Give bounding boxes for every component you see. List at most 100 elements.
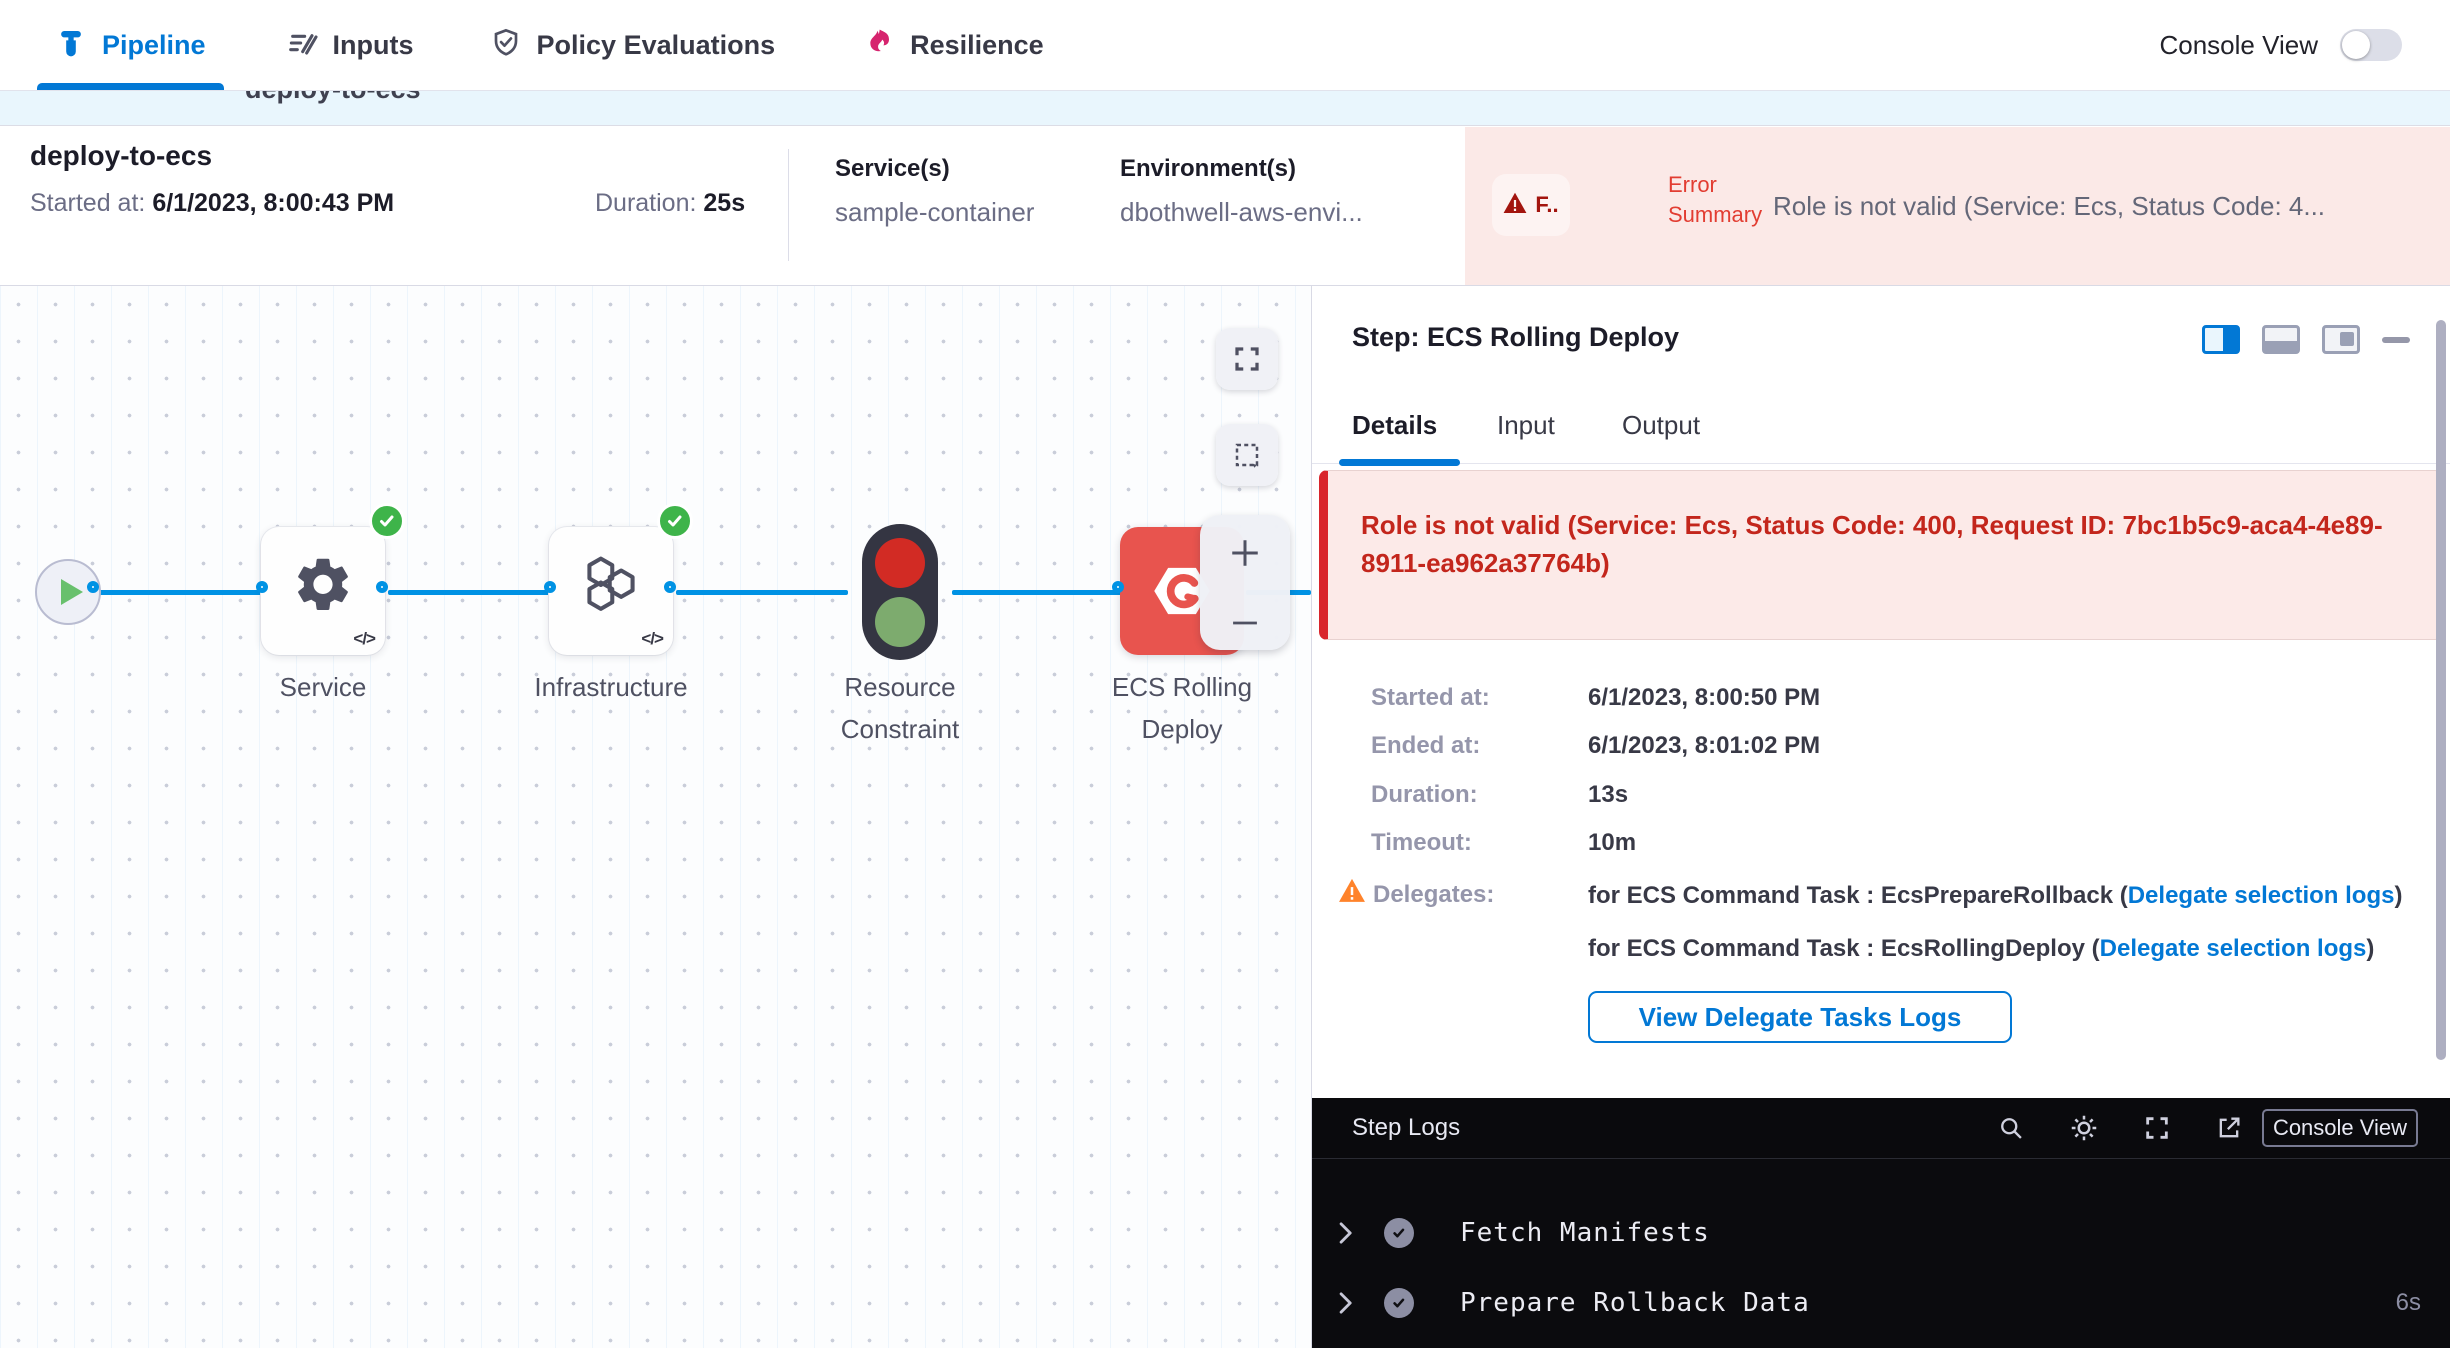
edge-start-to-service bbox=[98, 590, 268, 595]
step-logs-header: Step Logs Console View bbox=[1312, 1098, 2450, 1158]
delegate-selection-logs-link[interactable]: Delegate selection logs bbox=[2100, 935, 2367, 962]
active-step-tab-underline bbox=[1339, 459, 1460, 466]
detail-value: 13s bbox=[1588, 781, 1628, 809]
step-error-message: Role is not valid (Service: Ecs, Status … bbox=[1361, 506, 2402, 582]
chevron-right-icon[interactable] bbox=[1334, 1220, 1356, 1246]
node-ecs-rolling-deploy-label: ECS Rolling Deploy bbox=[1082, 666, 1282, 750]
duration-value: 25s bbox=[703, 189, 745, 217]
environments-label: Environment(s) bbox=[1120, 155, 1363, 183]
tab-input[interactable]: Input bbox=[1497, 410, 1555, 441]
zoom-in-button[interactable] bbox=[1227, 535, 1263, 571]
detail-label: Timeout: bbox=[1371, 829, 1472, 857]
duration: Duration: 25s bbox=[595, 189, 745, 218]
log-section-prepare-rollback-data[interactable]: Prepare Rollback Data 6s bbox=[1312, 1273, 2450, 1333]
log-success-check-icon bbox=[1384, 1288, 1414, 1318]
delegate-selection-logs-link[interactable]: Delegate selection logs bbox=[2128, 882, 2395, 909]
log-success-check-icon bbox=[1384, 1218, 1414, 1248]
delegate-task-entry: for ECS Command Task : EcsRollingDeploy … bbox=[1588, 932, 2436, 965]
shield-check-icon bbox=[490, 27, 522, 64]
panel-layout-controls bbox=[2202, 325, 2410, 354]
environments-column: Environment(s) dbothwell-aws-envi... bbox=[1120, 155, 1363, 228]
scrolled-page-title-strip: deploy-to-ecs bbox=[0, 90, 2450, 126]
layout-right-split-icon[interactable] bbox=[2202, 325, 2240, 354]
log-settings-gear-icon[interactable] bbox=[2069, 1113, 2099, 1143]
marquee-select-icon bbox=[1232, 440, 1262, 470]
log-section-title: Fetch Manifests bbox=[1460, 1218, 1710, 1248]
minimize-panel-icon[interactable] bbox=[2382, 337, 2410, 343]
tab-pipeline[interactable]: Pipeline bbox=[55, 0, 206, 90]
tab-details[interactable]: Details bbox=[1352, 410, 1437, 441]
tab-resilience[interactable]: Resilience bbox=[863, 0, 1044, 90]
started-at-label: Started at: bbox=[30, 189, 145, 217]
tab-inputs[interactable]: Inputs bbox=[286, 0, 414, 90]
failed-status-badge: F.. bbox=[1492, 174, 1570, 236]
header-divider bbox=[788, 149, 789, 261]
duration-label: Duration: bbox=[595, 189, 696, 217]
canvas-marquee-select-button[interactable] bbox=[1216, 424, 1278, 486]
hexagons-icon bbox=[578, 553, 644, 620]
delegate-task-text: for ECS Command Task : EcsRollingDeploy … bbox=[1588, 935, 2100, 962]
delegates-warning-icon bbox=[1338, 878, 1366, 908]
node-infrastructure-label: Infrastructure bbox=[481, 666, 741, 708]
tab-resilience-label: Resilience bbox=[910, 30, 1044, 61]
delegate-task-text-suffix: ) bbox=[2366, 935, 2374, 962]
clipped-pipeline-title: deploy-to-ecs bbox=[245, 90, 421, 105]
started-at: Started at: 6/1/2023, 8:00:43 PM bbox=[30, 189, 394, 218]
toggle-knob bbox=[2342, 31, 2370, 59]
zoom-out-button[interactable] bbox=[1227, 616, 1263, 630]
log-section-title: Prepare Rollback Data bbox=[1460, 1288, 1810, 1318]
pipeline-name: deploy-to-ecs bbox=[30, 140, 212, 172]
log-fullscreen-icon[interactable] bbox=[2143, 1114, 2171, 1142]
tab-pipeline-label: Pipeline bbox=[102, 30, 206, 61]
services-value[interactable]: sample-container bbox=[835, 197, 1034, 228]
logs-console-view-button[interactable]: Console View bbox=[2262, 1109, 2418, 1147]
node-infrastructure[interactable]: </> bbox=[549, 527, 673, 655]
active-tab-underline bbox=[37, 83, 224, 90]
pipeline-execution-window: Pipeline Inputs Policy Evaluations Resil… bbox=[0, 0, 2450, 1348]
connector-dot bbox=[544, 581, 556, 593]
log-section-fetch-manifests[interactable]: Fetch Manifests bbox=[1312, 1203, 2450, 1263]
delegates-label: Delegates: bbox=[1373, 881, 1494, 909]
chevron-right-icon[interactable] bbox=[1334, 1290, 1356, 1316]
error-summary-text: Role is not valid (Service: Ecs, Status … bbox=[1773, 191, 2441, 222]
detail-value: 10m bbox=[1588, 829, 1636, 857]
canvas-zoom-controls bbox=[1200, 515, 1290, 650]
gear-icon bbox=[291, 552, 355, 621]
layout-bottom-split-icon[interactable] bbox=[2262, 325, 2300, 354]
log-search-icon[interactable] bbox=[1997, 1114, 2025, 1142]
inputs-icon bbox=[286, 27, 318, 64]
environments-value[interactable]: dbothwell-aws-envi... bbox=[1120, 197, 1363, 228]
code-view-badge[interactable]: </> bbox=[353, 629, 375, 649]
detail-value: 6/1/2023, 8:01:02 PM bbox=[1588, 732, 1820, 760]
view-delegate-tasks-logs-button[interactable]: View Delegate Tasks Logs bbox=[1588, 991, 2012, 1043]
tab-policy-evaluations[interactable]: Policy Evaluations bbox=[490, 0, 776, 90]
resilience-icon bbox=[863, 27, 895, 64]
panel-scrollbar-thumb[interactable] bbox=[2436, 320, 2446, 1060]
detail-label: Duration: bbox=[1371, 781, 1478, 809]
node-service[interactable]: </> bbox=[261, 527, 385, 655]
pipeline-graph-canvas[interactable]: </> Service </> bbox=[0, 286, 1311, 1348]
console-view-control: Console View bbox=[2159, 0, 2402, 90]
error-summary-label: Error Summary bbox=[1668, 170, 1773, 230]
delegate-task-text: for ECS Command Task : EcsPrepareRollbac… bbox=[1588, 882, 2128, 909]
play-icon bbox=[61, 579, 83, 605]
connector-dot bbox=[1112, 581, 1124, 593]
layout-right-panel-icon[interactable] bbox=[2322, 325, 2360, 354]
connector-dot bbox=[376, 581, 388, 593]
canvas-fullscreen-button[interactable] bbox=[1216, 328, 1278, 390]
tab-output[interactable]: Output bbox=[1622, 410, 1700, 441]
execution-main-area: </> Service </> bbox=[0, 286, 2450, 1348]
error-summary-banner: F.. Error Summary Role is not valid (Ser… bbox=[1465, 127, 2450, 285]
started-at-value: 6/1/2023, 8:00:43 PM bbox=[152, 189, 394, 217]
console-view-toggle[interactable] bbox=[2340, 29, 2402, 61]
step-logs-title: Step Logs bbox=[1352, 1114, 1460, 1142]
node-resource-constraint[interactable] bbox=[862, 524, 938, 660]
detail-label: Ended at: bbox=[1371, 732, 1480, 760]
log-open-external-icon[interactable] bbox=[2215, 1114, 2243, 1142]
code-view-badge[interactable]: </> bbox=[641, 629, 663, 649]
node-resource-constraint-label: Resource Constraint bbox=[790, 666, 1010, 750]
edge-infrastructure-to-resource-constraint bbox=[676, 590, 848, 595]
failed-status-text: F.. bbox=[1535, 192, 1558, 218]
delegate-task-entry: for ECS Command Task : EcsPrepareRollbac… bbox=[1588, 879, 2436, 912]
detail-value: 6/1/2023, 8:00:50 PM bbox=[1588, 684, 1820, 712]
